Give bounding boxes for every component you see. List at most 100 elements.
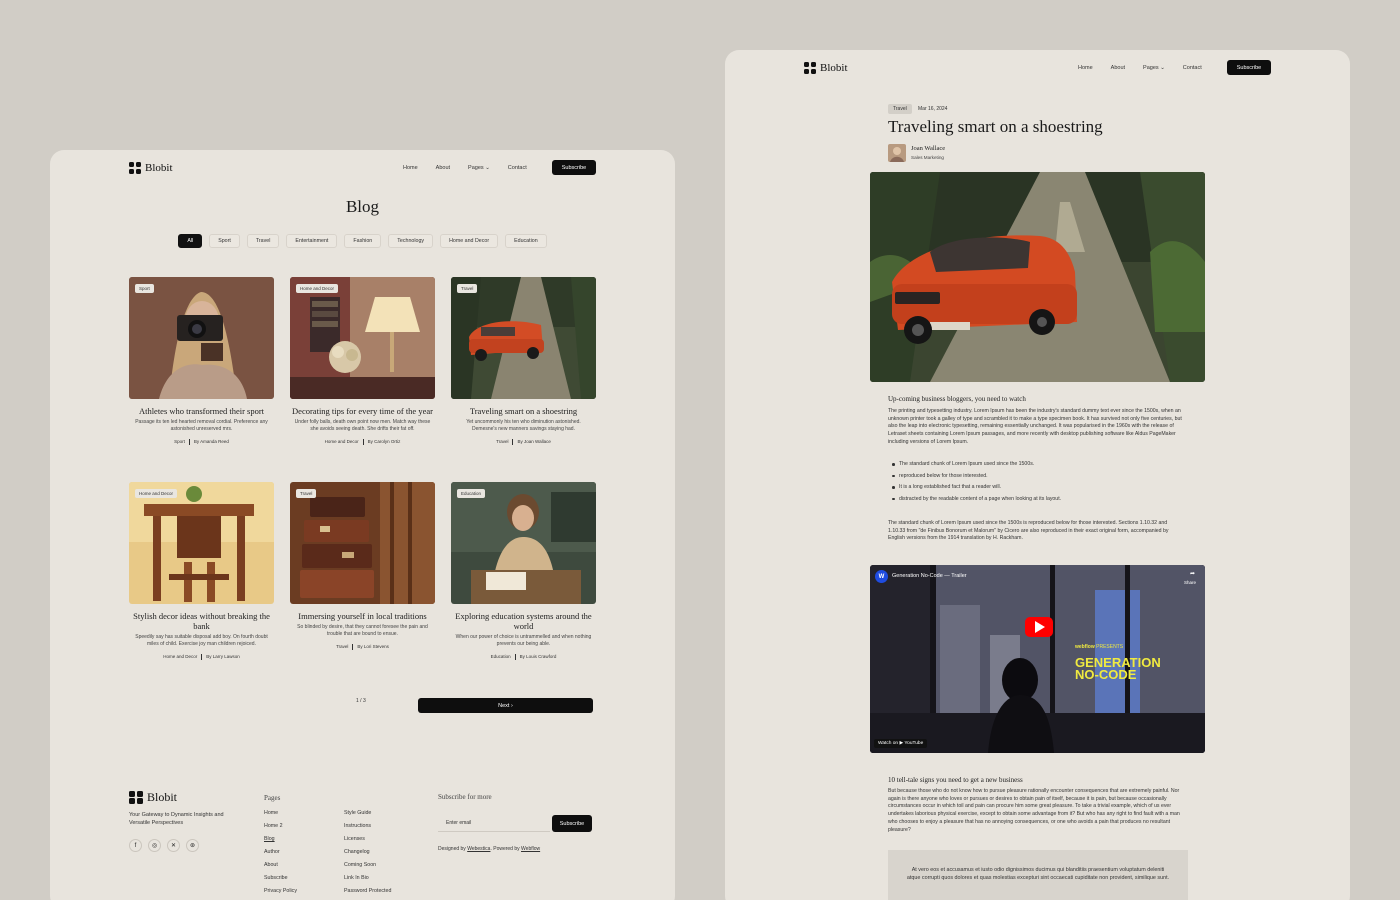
post-title[interactable]: Traveling smart on a shoestring [451, 406, 596, 416]
footer-links-col-1: Home Home 2 Blog Author About Subscribe … [264, 810, 297, 900]
brand-logo[interactable]: Blobit [804, 62, 848, 74]
top-nav: Blobit [129, 162, 173, 174]
footer-link[interactable]: Changelog [344, 849, 391, 862]
filter-all[interactable]: All [178, 234, 203, 248]
video-title[interactable]: Generation No-Code — Trailer [892, 573, 967, 579]
dribbble-icon[interactable]: ⊛ [186, 839, 199, 852]
top-nav: Blobit [804, 62, 848, 74]
post-meta: Home and Decor By Carolyn Ortiz [290, 439, 435, 445]
footer-link[interactable]: Author [264, 849, 297, 862]
footer-link[interactable]: Subscribe [264, 875, 297, 888]
nav-about[interactable]: About [1111, 65, 1125, 71]
video-brand: webflow [1075, 644, 1095, 650]
post-title[interactable]: Immersing yourself in local traditions [290, 611, 435, 621]
footer-subscribe-button[interactable]: Subscribe [552, 815, 592, 832]
filter-entertainment[interactable]: Entertainment [286, 234, 338, 248]
nav-home[interactable]: Home [403, 165, 418, 171]
subscribe-button[interactable]: Subscribe [1227, 60, 1271, 75]
watch-on-youtube[interactable]: Watch on ▶ YouTube [874, 739, 928, 748]
footer-link[interactable]: Home [264, 810, 297, 823]
email-input[interactable]: Enter email [438, 815, 550, 832]
article-paragraph: The standard chunk of Lorem Ipsum used s… [888, 520, 1169, 542]
post-category[interactable]: Education [491, 654, 511, 659]
post-image: Travel [290, 482, 435, 604]
share-label[interactable]: Share [1184, 580, 1196, 585]
post-author[interactable]: By Lori Stevens [357, 644, 389, 649]
post-category[interactable]: Travel [496, 439, 508, 444]
x-twitter-icon[interactable]: ✕ [167, 839, 180, 852]
post-card[interactable]: Sport Athletes who transformed their spo… [129, 277, 274, 445]
post-title[interactable]: Decorating tips for every time of the ye… [290, 406, 435, 416]
nav-home[interactable]: Home [1078, 65, 1093, 71]
post-meta: Education By Louis Crawford [451, 654, 596, 660]
footer-link[interactable]: Coming Soon [344, 862, 391, 875]
footer-link[interactable]: Licenses [344, 836, 391, 849]
footer-link[interactable]: Instructions [344, 823, 391, 836]
author-avatar[interactable] [888, 144, 906, 162]
post-category[interactable]: Home and Decor [163, 654, 197, 659]
post-title[interactable]: Exploring education systems around the w… [451, 611, 596, 631]
filter-sport[interactable]: Sport [209, 234, 240, 248]
footer-link[interactable]: Privacy Policy [264, 888, 297, 900]
bullet-item: The standard chunk of Lorem Ipsum used s… [890, 461, 1061, 473]
nav-about[interactable]: About [436, 165, 450, 171]
post-tag: Travel [296, 489, 317, 498]
post-card[interactable]: Travel Traveling smart on a shoestring Y… [451, 277, 596, 445]
footer-link[interactable]: Home 2 [264, 823, 297, 836]
youtube-icon: ▶ [899, 741, 904, 746]
filter-home-decor[interactable]: Home and Decor [440, 234, 499, 248]
page-title: Blog [345, 197, 380, 216]
post-tag: Home and Decor [135, 489, 178, 498]
post-category[interactable]: Travel [336, 644, 348, 649]
next-page-button[interactable]: Next › [418, 698, 593, 713]
post-author[interactable]: By Joan Wallace [517, 439, 550, 444]
webflow-channel-icon[interactable]: W [875, 570, 888, 583]
designer-link[interactable]: Webestica [467, 846, 490, 852]
nav-pages[interactable]: Pages ⌄ [1143, 65, 1165, 71]
instagram-icon[interactable]: ◎ [148, 839, 161, 852]
post-author[interactable]: By Amanda Reed [194, 439, 229, 444]
post-category[interactable]: Sport [174, 439, 185, 444]
author-role: Sales Marketing [911, 155, 944, 160]
footer-link[interactable]: Blog [264, 836, 297, 849]
facebook-icon[interactable]: f [129, 839, 142, 852]
post-card[interactable]: Home and Decor Stylish decor ideas witho… [129, 482, 274, 660]
brand-logo[interactable]: Blobit [129, 162, 173, 174]
footer-link[interactable]: About [264, 862, 297, 875]
article-category-tag[interactable]: Travel [888, 104, 912, 114]
post-image: Home and Decor [129, 482, 274, 604]
share-icon[interactable]: ➦ [1190, 570, 1195, 577]
subscribe-button[interactable]: Subscribe [552, 160, 596, 175]
bullet-item: reproduced below for those interested. [890, 473, 1061, 485]
footer-link[interactable]: Password Protected [344, 888, 391, 900]
nav-contact[interactable]: Contact [1183, 65, 1202, 71]
embedded-video[interactable]: W Generation No-Code — Trailer ➦ Share w… [870, 565, 1205, 753]
nav-contact[interactable]: Contact [508, 165, 527, 171]
footer-link[interactable]: Link In Bio [344, 875, 391, 888]
post-card[interactable]: Home and Decor Decorating tips for every… [290, 277, 435, 445]
filter-technology[interactable]: Technology [388, 234, 434, 248]
author-name[interactable]: Joan Wallace [911, 145, 945, 152]
filter-travel[interactable]: Travel [246, 234, 280, 248]
article-title: Traveling smart on a shoestring [888, 117, 1103, 136]
post-author[interactable]: By Louis Crawford [520, 654, 557, 659]
filter-fashion[interactable]: Fashion [344, 234, 382, 248]
post-title[interactable]: Athletes who transformed their sport [129, 406, 274, 416]
subscribe-heading: Subscribe for more [438, 793, 492, 801]
filter-education[interactable]: Education [505, 234, 547, 248]
footer-link[interactable]: Style Guide [344, 810, 391, 823]
post-title[interactable]: Stylish decor ideas without breaking the… [129, 611, 274, 631]
article-page-preview: Blobit Home About Pages ⌄ Contact Subscr… [725, 50, 1350, 900]
watch-on-label: Watch on [878, 741, 899, 746]
post-card[interactable]: Education Exploring education systems ar… [451, 482, 596, 660]
pagination-status: 1 / 3 [356, 698, 366, 704]
post-category[interactable]: Home and Decor [325, 439, 359, 444]
nav-pages[interactable]: Pages ⌄ [468, 165, 490, 171]
post-image: Travel [451, 277, 596, 399]
post-card[interactable]: Travel Immersing yourself in local tradi… [290, 482, 435, 650]
footer-logo[interactable]: Blobit [129, 790, 599, 805]
post-author[interactable]: By Carolyn Ortiz [368, 439, 401, 444]
platform-link[interactable]: Webflow [521, 846, 540, 852]
post-author[interactable]: By Larry Lawson [206, 654, 240, 659]
blockquote: At vero eos et accusamus et iusto odio d… [888, 850, 1188, 900]
